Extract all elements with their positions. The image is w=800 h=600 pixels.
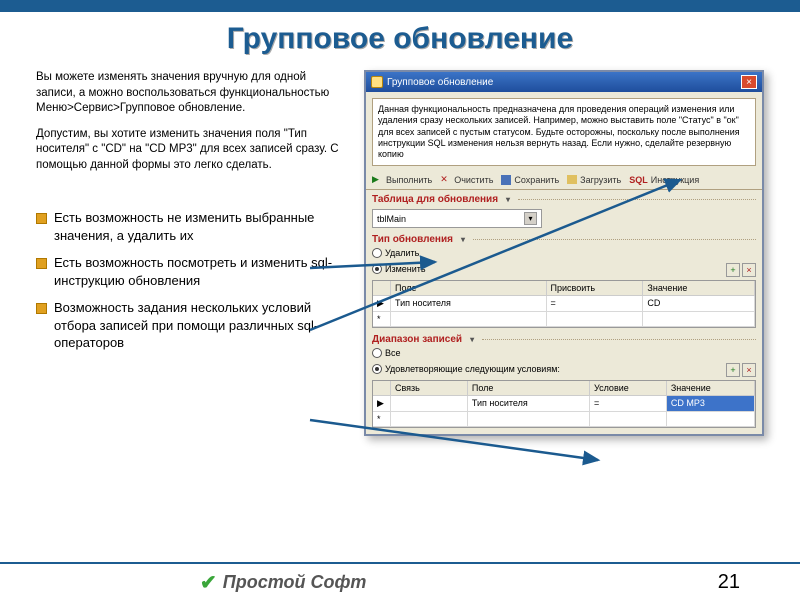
chevron-icon[interactable]: ▾ [470, 335, 474, 344]
load-button[interactable]: Загрузить [567, 175, 621, 185]
save-icon [501, 175, 511, 185]
remove-row-icon[interactable]: × [742, 363, 756, 377]
check-icon: ✔ [200, 570, 217, 595]
add-row-icon[interactable]: + [726, 263, 740, 277]
clear-icon: ✕ [440, 174, 451, 185]
radio-all[interactable]: Все [372, 348, 401, 358]
radio-delete[interactable]: Удалить [372, 248, 419, 258]
section-table: Таблица для обновления▾ tblMain ▾ [372, 194, 756, 228]
brand-logo: ✔ Простой Софт [200, 570, 366, 595]
add-row-icon[interactable]: + [726, 363, 740, 377]
play-icon: ▶ [372, 174, 383, 185]
radio-condition[interactable]: Удовлетворяющие следующим условиям: [372, 364, 560, 374]
footer: ✔ Простой Софт 21 [0, 562, 800, 600]
toolbar: ▶Выполнить ✕Очистить Сохранить Загрузить… [366, 172, 762, 190]
close-icon[interactable]: × [741, 75, 757, 89]
save-button[interactable]: Сохранить [501, 175, 559, 185]
window-titlebar: Групповое обновление × [366, 72, 762, 92]
intro-p1: Вы можете изменять значения вручную для … [36, 70, 346, 117]
bullet-item: Возможность задания нескольких условий о… [36, 299, 346, 352]
update-grid[interactable]: ПолеПрисвоитьЗначение ▶Тип носителя=CD * [372, 280, 756, 328]
run-button[interactable]: ▶Выполнить [372, 174, 432, 185]
table-combo[interactable]: tblMain ▾ [372, 209, 542, 228]
app-icon [371, 76, 383, 88]
section-header: Тип обновления▾ [372, 234, 756, 245]
right-column: Групповое обновление × Данная функционал… [364, 70, 764, 436]
radio-update[interactable]: Изменить [372, 264, 426, 274]
bullet-list: Есть возможность не изменить выбранные з… [36, 209, 346, 352]
window-title: Групповое обновление [387, 77, 493, 88]
left-column: Вы можете изменять значения вручную для … [36, 70, 346, 436]
chevron-icon[interactable]: ▾ [506, 195, 510, 204]
bullet-item: Есть возможность не изменить выбранные з… [36, 209, 346, 244]
content-row: Вы можете изменять значения вручную для … [0, 70, 800, 436]
page-title: Групповое обновление [0, 22, 800, 56]
page-number: 21 [718, 571, 740, 594]
chevron-icon[interactable]: ▾ [461, 235, 465, 244]
clear-button[interactable]: ✕Очистить [440, 174, 493, 185]
remove-row-icon[interactable]: × [742, 263, 756, 277]
top-border [0, 0, 800, 12]
dropdown-icon: ▾ [524, 212, 537, 225]
section-range: Диапазон записей▾ Все Удовлетворяющие сл… [372, 334, 756, 428]
intro-p2: Допустим, вы хотите изменить значения по… [36, 127, 346, 174]
sql-icon: SQL [629, 175, 648, 185]
screenshot-panel: Групповое обновление × Данная функционал… [364, 70, 764, 436]
section-header: Таблица для обновления▾ [372, 194, 756, 205]
bullet-item: Есть возможность посмотреть и изменить s… [36, 254, 346, 289]
intro-text: Вы можете изменять значения вручную для … [36, 70, 346, 173]
info-text: Данная функциональность предназначена дл… [372, 98, 756, 166]
condition-grid[interactable]: СвязьПолеУсловиеЗначение ▶Тип носителя=C… [372, 380, 756, 428]
section-header: Диапазон записей▾ [372, 334, 756, 345]
sql-button[interactable]: SQLИнструкция [629, 175, 699, 185]
section-type: Тип обновления▾ Удалить Изменить +× Поле… [372, 234, 756, 328]
folder-icon [567, 175, 577, 184]
